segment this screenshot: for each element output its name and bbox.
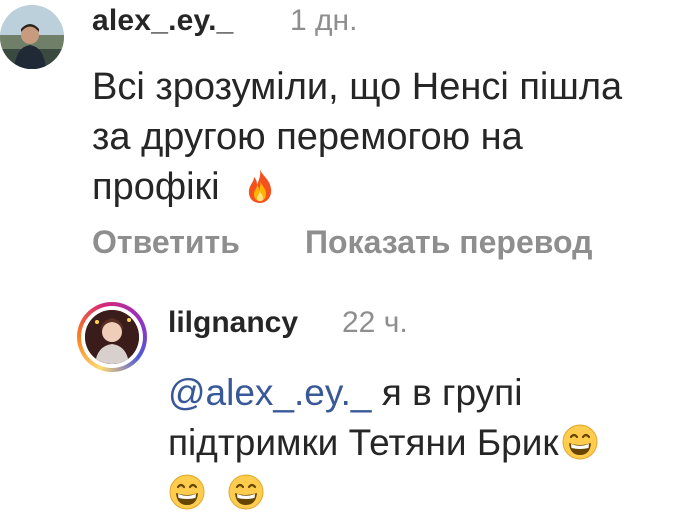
show-translation-button[interactable]: Показать перевод (305, 222, 592, 262)
comment-text: Всі зрозуміли, що Ненсі пішла за другою … (92, 62, 700, 212)
avatar-photo (0, 5, 64, 69)
fire-icon (241, 167, 279, 205)
comment-text-line: Всі зрозуміли, що Ненсі пішла (92, 66, 623, 108)
reply-text-segment: підтримки Тетяни Брик (168, 422, 559, 463)
comment-username[interactable]: alex_.ey._ (92, 2, 234, 40)
comment-text-line: профікі (92, 162, 700, 212)
reply-text-segment: я в групі (371, 372, 523, 413)
grinning-face-icon (561, 423, 599, 461)
reply-username[interactable]: lilgnancy (168, 304, 298, 342)
reply-timestamp: 22 ч. (342, 306, 408, 339)
comment-text-segment: профікі (92, 166, 220, 208)
avatar-photo (85, 310, 139, 364)
comment-text-line: за другою перемогою на (92, 116, 523, 158)
comment-timestamp: 1 дн. (290, 4, 358, 37)
grinning-face-icon (168, 473, 206, 511)
reply-text-line: підтримки Тетяни Брик (168, 418, 700, 468)
reply-text-line: @alex_.ey._ я в групі (168, 368, 700, 418)
avatar-lilgnancy[interactable] (85, 310, 139, 364)
reply-button[interactable]: Ответить (92, 222, 240, 262)
reply-text-line (168, 468, 700, 518)
reply-text: @alex_.ey._ я в групі підтримки Тетяни Б… (168, 368, 700, 518)
avatar-alex[interactable] (0, 5, 64, 69)
grinning-face-icon (227, 473, 265, 511)
mention-link[interactable]: @alex_.ey._ (168, 372, 371, 413)
